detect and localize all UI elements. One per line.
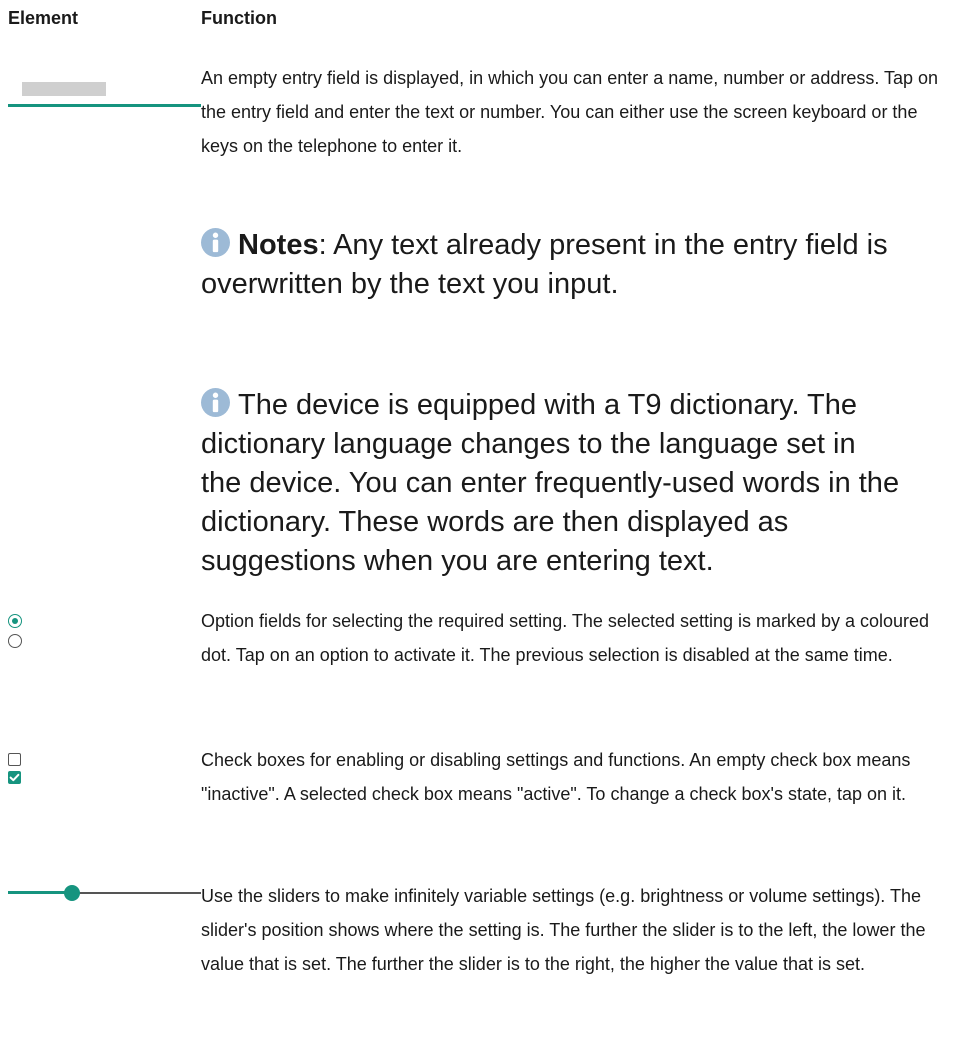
entry-field-underline (8, 104, 201, 107)
checkbox-unchecked[interactable] (8, 753, 21, 766)
slider-fill (8, 891, 72, 894)
radio-option-selected[interactable] (8, 614, 22, 628)
entry-field-box (22, 82, 106, 96)
note-text: The device is equipped with a T9 diction… (201, 389, 900, 577)
radio-option-unselected[interactable] (8, 634, 22, 648)
info-icon (201, 388, 230, 417)
slider-thumb[interactable] (64, 885, 80, 901)
info-icon (201, 228, 230, 257)
note-t9-dictionary: The device is equipped with a T9 diction… (201, 386, 901, 581)
note-label: Notes (238, 229, 319, 261)
entry-field-example (8, 79, 201, 109)
check-boxes-description: Check boxes for enabling or disabling se… (201, 750, 911, 804)
column-header-function: Function (201, 8, 277, 28)
slider[interactable] (8, 884, 201, 904)
note-overwrite: Notes: Any text already present in the e… (201, 226, 901, 304)
checkmark-icon (9, 773, 20, 782)
entry-field-description: An empty entry field is displayed, in wh… (201, 68, 939, 156)
column-header-element: Element (8, 8, 79, 28)
option-fields-description: Option fields for selecting the required… (201, 611, 930, 665)
slider-description: Use the sliders to make infinitely varia… (201, 886, 926, 974)
checkbox-checked[interactable] (8, 771, 21, 784)
